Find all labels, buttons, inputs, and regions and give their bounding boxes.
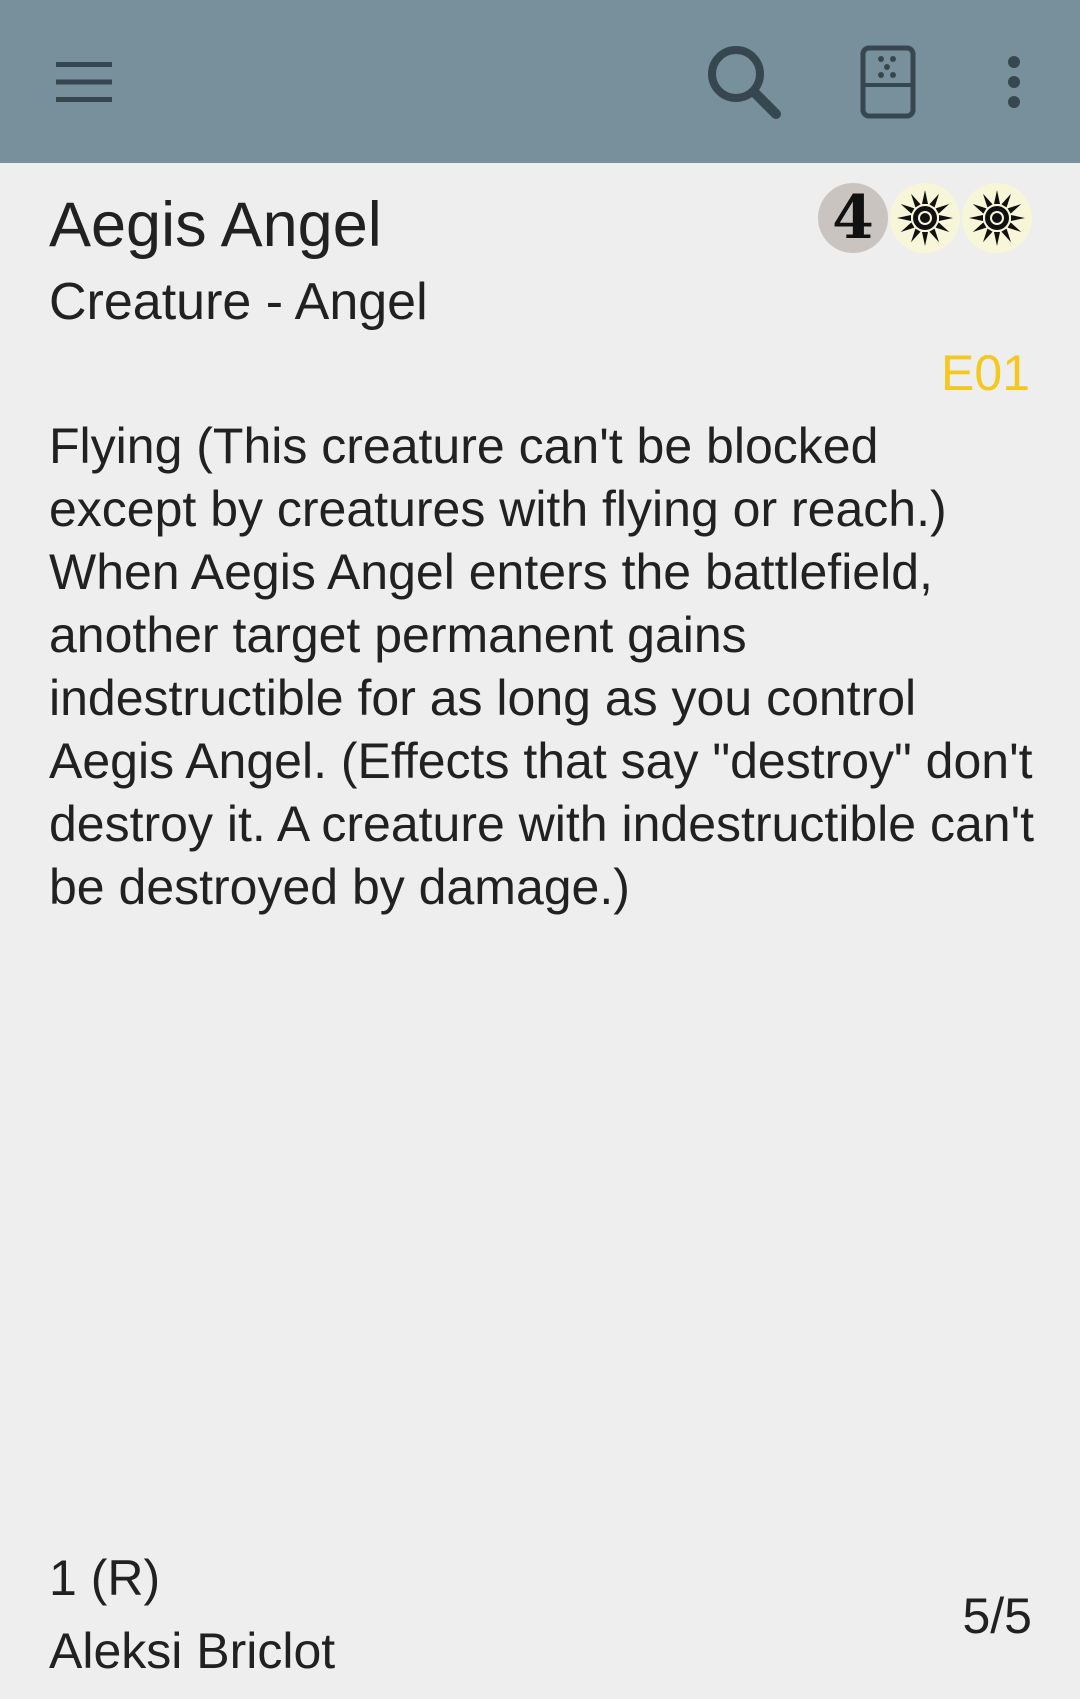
rules-paragraph: Flying (This creature can't be blocked e… [49, 418, 947, 537]
search-button[interactable] [692, 30, 796, 134]
hamburger-menu-icon [56, 62, 112, 102]
search-icon [708, 46, 781, 119]
power-toughness: 5/5 [962, 1588, 1032, 1644]
rules-text: Flying (This creature can't be blocked e… [49, 415, 1039, 919]
artist-name: Aleksi Briclot [49, 1623, 336, 1679]
card-name: Aegis Angel [49, 190, 382, 260]
random-card-button[interactable] [836, 30, 940, 134]
card-type-line: Creature - Angel [49, 273, 428, 331]
rules-paragraph: When Aegis Angel enters the battlefield,… [49, 544, 1035, 915]
app-toolbar [0, 0, 1080, 163]
mana-generic-symbol: 4 [818, 183, 888, 253]
card-detail: Aegis Angel 4 Creature - Angel E01 Flyin… [0, 163, 1080, 1699]
menu-button[interactable] [32, 30, 136, 134]
collector-info: 1 (R) [49, 1550, 161, 1606]
more-vert-icon [1008, 56, 1020, 108]
random-card-icon [860, 45, 916, 119]
more-options-button[interactable] [962, 30, 1066, 134]
white-mana-icon [962, 183, 1032, 253]
set-code: E01 [941, 345, 1030, 401]
white-mana-icon [890, 183, 960, 253]
mana-cost: 4 [818, 183, 1032, 253]
